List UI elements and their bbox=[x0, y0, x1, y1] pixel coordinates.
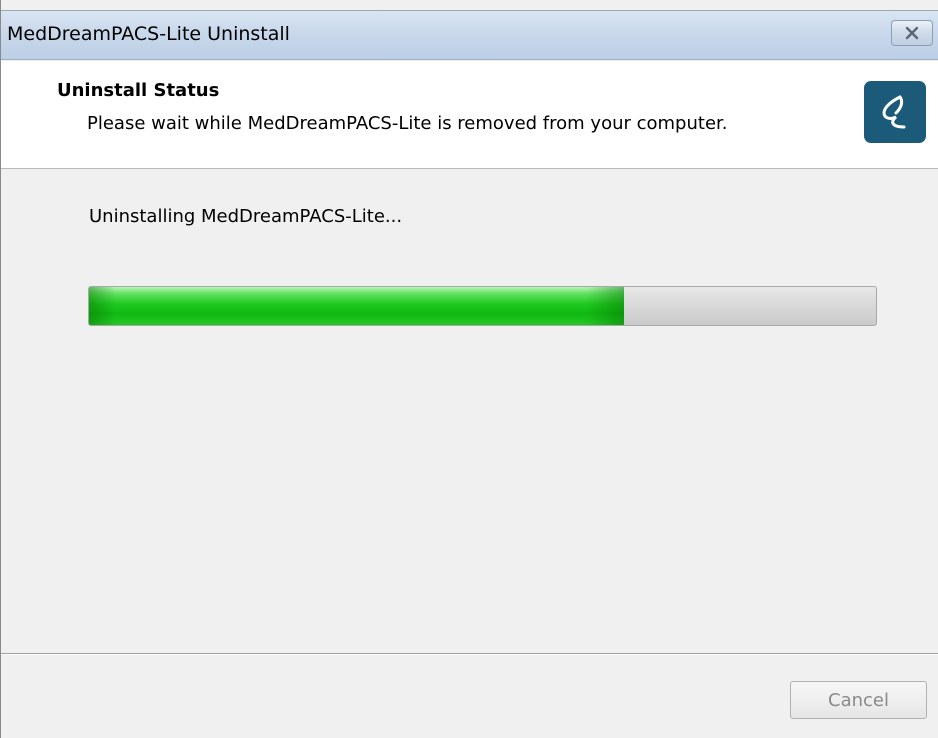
uninstall-window: MedDreamPACS-Lite Uninstall Uninstall St… bbox=[0, 0, 938, 738]
header-title: Uninstall Status bbox=[57, 80, 220, 101]
close-button[interactable] bbox=[891, 20, 933, 46]
footer-divider bbox=[1, 653, 938, 655]
progress-bar bbox=[88, 286, 877, 326]
title-bar[interactable]: MedDreamPACS-Lite Uninstall bbox=[1, 10, 938, 60]
window-title: MedDreamPACS-Lite Uninstall bbox=[7, 23, 290, 45]
wizard-header: Uninstall Status Please wait while MedDr… bbox=[1, 61, 938, 169]
meddream-logo-icon bbox=[864, 81, 926, 143]
header-subtitle: Please wait while MedDreamPACS-Lite is r… bbox=[87, 113, 728, 134]
close-icon bbox=[905, 26, 919, 40]
progress-bar-fill bbox=[89, 287, 625, 325]
status-text: Uninstalling MedDreamPACS-Lite... bbox=[89, 206, 403, 227]
cancel-button[interactable]: Cancel bbox=[790, 681, 927, 719]
